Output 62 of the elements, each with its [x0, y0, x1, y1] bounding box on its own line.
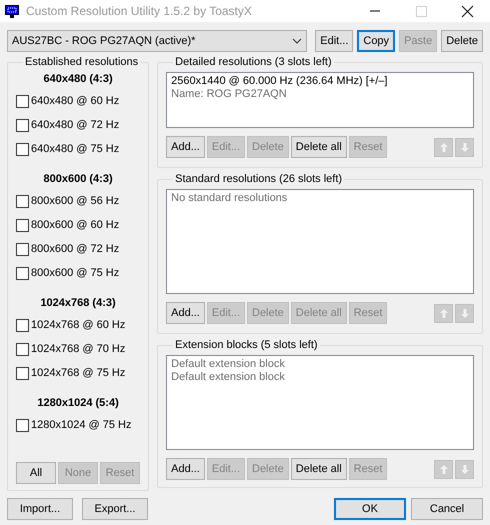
- group-heading: 1280x1024 (5:4): [36, 396, 120, 411]
- up-arrow-icon: [438, 140, 450, 154]
- list-item[interactable]: Default extension block: [171, 371, 469, 384]
- button[interactable]: Add...: [166, 302, 205, 324]
- up-arrow-icon: [438, 462, 450, 476]
- list-item[interactable]: 2560x1440 @ 60.000 Hz (236.64 MHz) [+/–]: [171, 75, 469, 88]
- button[interactable]: All: [16, 462, 56, 484]
- checkbox-label: 640x480 @ 72 Hz: [31, 118, 120, 133]
- list-item[interactable]: Name: ROG PG27AQN: [171, 88, 469, 101]
- group-title: Extension blocks (5 slots left): [174, 338, 319, 352]
- button[interactable]: Export...: [82, 498, 148, 520]
- down-arrow-icon: [458, 140, 470, 154]
- device-dropdown[interactable]: AUS27BC - ROG PG27AQN (active)*: [7, 30, 308, 52]
- button[interactable]: Edit...: [315, 30, 354, 52]
- window-title: Custom Resolution Utility 1.5.2 by ToastyX: [26, 3, 253, 20]
- checkbox[interactable]: [16, 418, 29, 432]
- button[interactable]: Copy: [357, 30, 396, 52]
- down-arrow-icon: [458, 462, 470, 476]
- checkbox[interactable]: [16, 142, 29, 156]
- checkbox-label: 800x600 @ 56 Hz: [31, 194, 120, 209]
- button[interactable]: Add...: [166, 136, 205, 158]
- list-box[interactable]: Default extension block Default extension block: [166, 355, 474, 450]
- checkbox-label: 800x600 @ 60 Hz: [31, 218, 120, 233]
- checkbox[interactable]: [16, 242, 29, 256]
- checkbox[interactable]: [16, 94, 29, 108]
- group-heading: 640x480 (4:3): [42, 72, 114, 87]
- checkbox[interactable]: [16, 318, 29, 332]
- checkbox[interactable]: [16, 342, 29, 356]
- button[interactable]: Delete: [441, 30, 483, 52]
- close-icon: [458, 4, 476, 18]
- checkbox[interactable]: [16, 194, 29, 208]
- button[interactable]: Add...: [166, 458, 205, 480]
- button[interactable]: Delete all: [290, 136, 347, 158]
- list-box[interactable]: 2560x1440 @ 60.000 Hz (236.64 MHz) [+/–] Name: ROG PG27AQN: [166, 72, 474, 128]
- group-heading: 800x600 (4:3): [42, 172, 114, 187]
- checkbox-label: 800x600 @ 75 Hz: [31, 266, 120, 281]
- down-arrow-icon: [458, 306, 470, 320]
- checkbox-label: 800x600 @ 72 Hz: [31, 242, 120, 257]
- checkbox-label: 1024x768 @ 70 Hz: [31, 342, 126, 357]
- list-item[interactable]: No standard resolutions: [171, 192, 469, 205]
- button[interactable]: Import...: [7, 498, 73, 520]
- chevron-down-icon: [292, 38, 302, 44]
- checkbox-label: 640x480 @ 75 Hz: [31, 142, 120, 157]
- up-arrow-icon: [438, 306, 450, 320]
- monitor-icon: [5, 4, 19, 18]
- checkbox-label: 1280x1024 @ 75 Hz: [31, 418, 132, 433]
- checkbox[interactable]: [16, 118, 29, 132]
- checkbox[interactable]: [16, 366, 29, 380]
- checkbox-label: 640x480 @ 60 Hz: [31, 94, 120, 109]
- list-item[interactable]: Default extension block: [171, 358, 469, 371]
- button[interactable]: Delete all: [290, 458, 347, 480]
- checkbox-label: 1024x768 @ 75 Hz: [31, 366, 126, 381]
- button[interactable]: Cancel: [411, 498, 483, 520]
- list-box[interactable]: No standard resolutions: [166, 189, 474, 294]
- group-title: Standard resolutions (26 slots left): [174, 172, 344, 186]
- group-heading: 1024x768 (4:3): [39, 296, 117, 311]
- checkbox[interactable]: [16, 218, 29, 232]
- group-title: Established resolutions: [24, 55, 140, 69]
- checkbox-label: 1024x768 @ 60 Hz: [31, 318, 126, 333]
- checkbox[interactable]: [16, 266, 29, 280]
- button[interactable]: OK: [334, 498, 406, 520]
- group-title: Detailed resolutions (3 slots left): [174, 55, 333, 69]
